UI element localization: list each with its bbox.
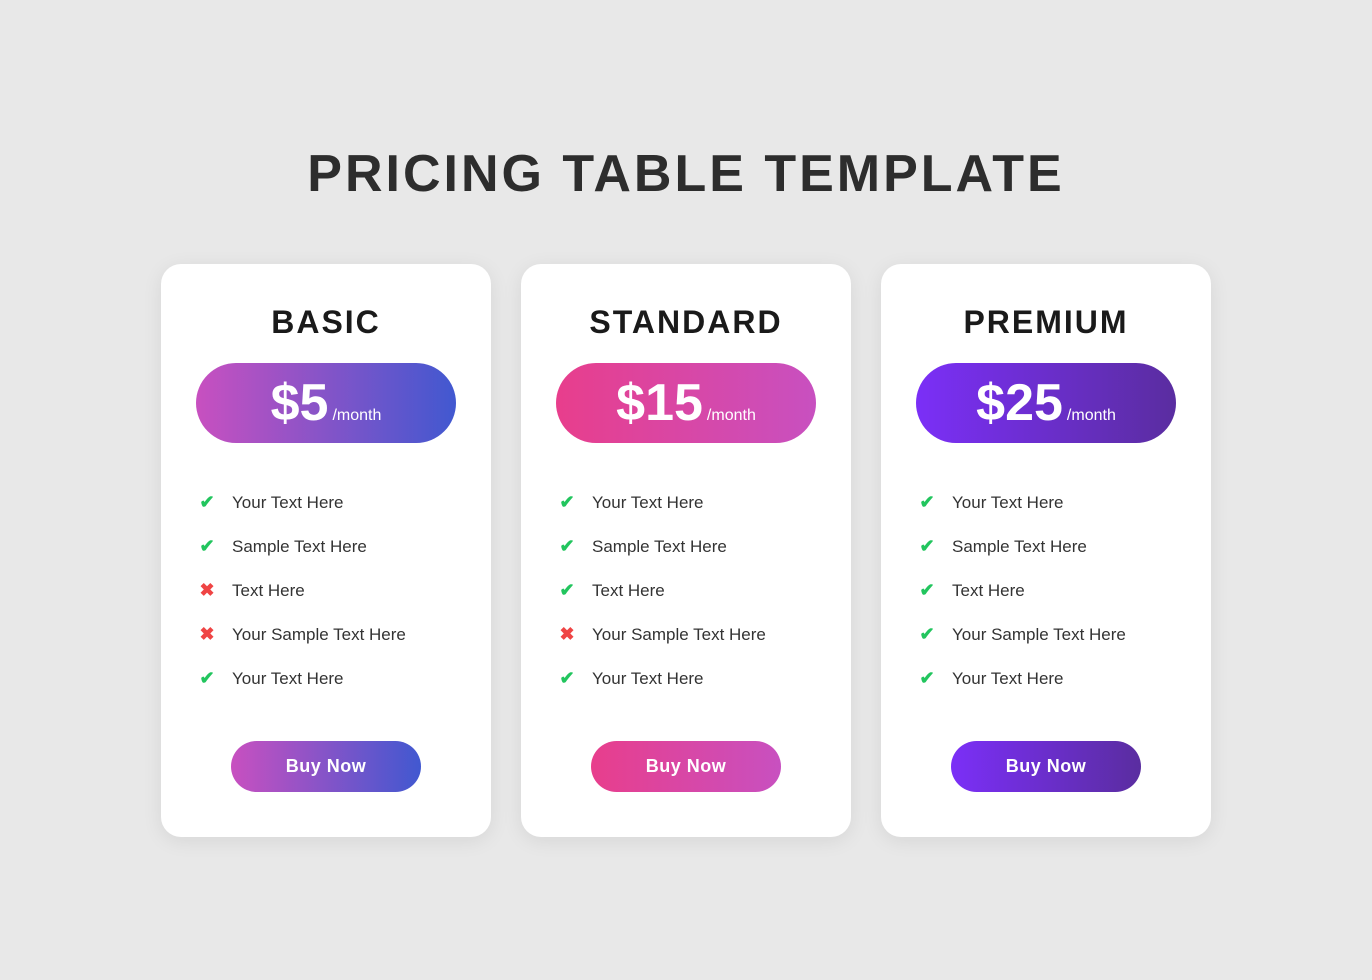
price-amount-basic: $5	[271, 377, 329, 429]
check-icon	[556, 580, 578, 602]
list-item: Your Text Here	[556, 657, 816, 701]
list-item: Text Here	[556, 569, 816, 613]
pricing-card-standard: STANDARD $15/month Your Text Here Sample Te…	[521, 264, 851, 837]
feature-text-premium-4: Your Text Here	[952, 669, 1064, 689]
price-period-basic: /month	[332, 407, 381, 425]
list-item: Sample Text Here	[196, 525, 456, 569]
cross-icon	[556, 624, 578, 646]
page-title: PRICING TABLE TEMPLATE	[307, 144, 1064, 204]
check-icon	[556, 668, 578, 690]
check-icon	[916, 580, 938, 602]
feature-text-standard-1: Sample Text Here	[592, 537, 727, 557]
price-badge-basic: $5/month	[196, 363, 456, 443]
cross-icon	[196, 580, 218, 602]
feature-text-standard-0: Your Text Here	[592, 493, 704, 513]
price-period-premium: /month	[1067, 407, 1116, 425]
list-item: Your Text Here	[196, 657, 456, 701]
check-icon	[916, 668, 938, 690]
plan-name-basic: BASIC	[271, 304, 381, 341]
buy-button-premium[interactable]: Buy Now	[951, 741, 1142, 792]
feature-text-basic-4: Your Text Here	[232, 669, 344, 689]
buy-button-standard[interactable]: Buy Now	[591, 741, 782, 792]
feature-text-premium-1: Sample Text Here	[952, 537, 1087, 557]
feature-text-standard-4: Your Text Here	[592, 669, 704, 689]
check-icon	[196, 536, 218, 558]
check-icon	[916, 536, 938, 558]
feature-text-premium-2: Text Here	[952, 581, 1025, 601]
list-item: Your Sample Text Here	[556, 613, 816, 657]
price-amount-standard: $15	[616, 377, 703, 429]
list-item: Your Text Here	[196, 481, 456, 525]
list-item: Text Here	[916, 569, 1176, 613]
list-item: Your Text Here	[556, 481, 816, 525]
price-period-standard: /month	[707, 407, 756, 425]
list-item: Text Here	[196, 569, 456, 613]
feature-text-standard-2: Text Here	[592, 581, 665, 601]
feature-text-basic-2: Text Here	[232, 581, 305, 601]
pricing-card-premium: PREMIUM $25/month Your Text Here Sample Tex…	[881, 264, 1211, 837]
list-item: Your Sample Text Here	[916, 613, 1176, 657]
check-icon	[916, 492, 938, 514]
pricing-card-basic: BASIC $5/month Your Text Here Sample Text H…	[161, 264, 491, 837]
pricing-table: BASIC $5/month Your Text Here Sample Text H…	[136, 264, 1236, 837]
plan-name-standard: STANDARD	[589, 304, 782, 341]
list-item: Sample Text Here	[916, 525, 1176, 569]
feature-text-basic-0: Your Text Here	[232, 493, 344, 513]
feature-text-basic-3: Your Sample Text Here	[232, 625, 406, 645]
feature-text-premium-3: Your Sample Text Here	[952, 625, 1126, 645]
feature-text-standard-3: Your Sample Text Here	[592, 625, 766, 645]
features-list-standard: Your Text Here Sample Text Here Text Here Y…	[556, 481, 816, 701]
list-item: Sample Text Here	[556, 525, 816, 569]
check-icon	[196, 668, 218, 690]
feature-text-premium-0: Your Text Here	[952, 493, 1064, 513]
price-badge-standard: $15/month	[556, 363, 816, 443]
check-icon	[556, 492, 578, 514]
features-list-basic: Your Text Here Sample Text Here Text Here Y…	[196, 481, 456, 701]
cross-icon	[196, 624, 218, 646]
list-item: Your Sample Text Here	[196, 613, 456, 657]
price-badge-premium: $25/month	[916, 363, 1176, 443]
check-icon	[556, 536, 578, 558]
plan-name-premium: PREMIUM	[963, 304, 1128, 341]
buy-button-basic[interactable]: Buy Now	[231, 741, 422, 792]
features-list-premium: Your Text Here Sample Text Here Text Here Y…	[916, 481, 1176, 701]
check-icon	[916, 624, 938, 646]
list-item: Your Text Here	[916, 481, 1176, 525]
check-icon	[196, 492, 218, 514]
price-amount-premium: $25	[976, 377, 1063, 429]
feature-text-basic-1: Sample Text Here	[232, 537, 367, 557]
list-item: Your Text Here	[916, 657, 1176, 701]
